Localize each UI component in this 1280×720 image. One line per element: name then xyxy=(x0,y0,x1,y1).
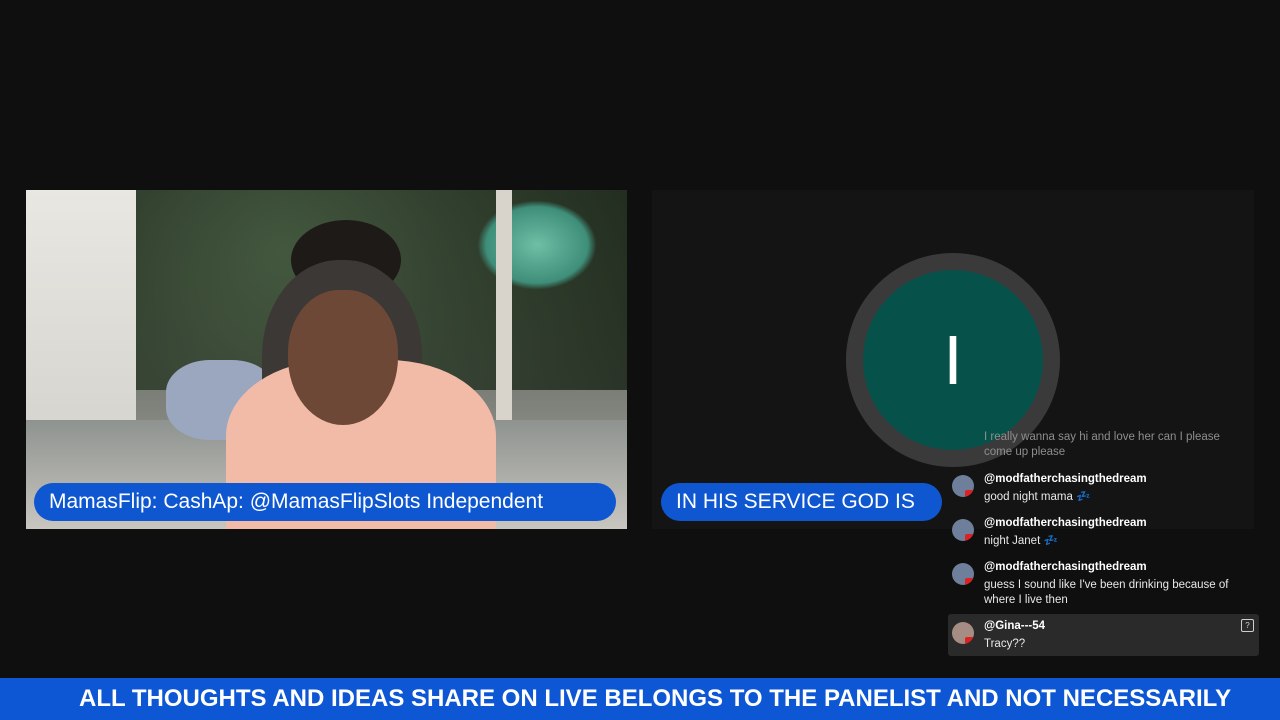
ticker-banner: ALL THOUGHTS AND IDEAS SHARE ON LIVE BEL… xyxy=(0,678,1280,720)
chat-author[interactable]: @modfatherchasingthedream xyxy=(984,517,1147,529)
avatar: I xyxy=(863,270,1043,450)
chat-author[interactable]: @Gina---54 xyxy=(984,620,1045,632)
participant-video-left xyxy=(26,190,627,529)
participant-name-left: MamasFlip: CashAp: @MamasFlipSlots Indep… xyxy=(34,483,616,521)
chat-author[interactable]: @modfatherchasingthedream xyxy=(984,561,1147,573)
participant-name-right: IN HIS SERVICE GOD IS xyxy=(661,483,942,521)
chat-text: good night mama 💤 xyxy=(984,491,1091,503)
ticker-text: ALL THOUGHTS AND IDEAS SHARE ON LIVE BEL… xyxy=(79,685,1232,712)
flag-icon[interactable]: ? xyxy=(1241,619,1254,632)
chat-text: night Janet 💤 xyxy=(984,535,1058,547)
avatar xyxy=(952,563,974,585)
chat-text: Tracy?? xyxy=(984,638,1026,650)
chat-author[interactable]: @modfatherchasingthedream xyxy=(984,473,1147,485)
person-face xyxy=(288,290,398,425)
stream-stage: MamasFlip: CashAp: @MamasFlipSlots Indep… xyxy=(0,0,1280,720)
chat-text: guess I sound like I've been drinking be… xyxy=(984,579,1229,606)
avatar xyxy=(952,519,974,541)
background-palm xyxy=(477,200,597,290)
avatar xyxy=(952,475,974,497)
chat-message-faded: I really wanna say hi and love her can I… xyxy=(984,431,1220,458)
avatar xyxy=(952,622,974,644)
